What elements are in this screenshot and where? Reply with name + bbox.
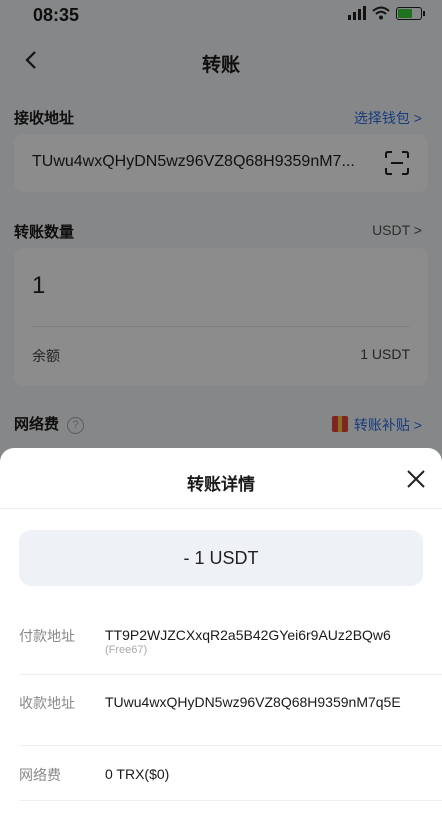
transfer-amount: - 1 USDT bbox=[19, 530, 423, 586]
payer-label: 付款地址 bbox=[19, 628, 75, 644]
payer-address-value: TT9P2WJZCXxqR2a5B42GYei6r9AUz2BQw6 bbox=[105, 627, 391, 643]
transfer-details-sheet: 转账详情 - 1 USDT 付款地址 TT9P2WJZCXxqR2a5B42GY… bbox=[0, 448, 442, 832]
payer-wallet-name: (Free67) bbox=[105, 644, 148, 656]
sheet-title: 转账详情 bbox=[187, 475, 255, 494]
payee-label: 收款地址 bbox=[19, 695, 75, 711]
payee-address: TUwu4wxQHyDN5wz96VZ8Q68H9359nM7q5E bbox=[105, 694, 401, 710]
payer-address: TT9P2WJZCXxqR2a5B42GYei6r9AUz2BQw6 (Free… bbox=[105, 626, 424, 657]
sheet-divider bbox=[0, 508, 442, 509]
fee-label: 网络费 bbox=[19, 767, 61, 783]
close-icon[interactable] bbox=[406, 469, 426, 489]
divider bbox=[19, 800, 442, 801]
divider bbox=[19, 674, 442, 675]
divider bbox=[19, 745, 442, 746]
fee-value: 0 TRX($0) bbox=[105, 766, 170, 782]
